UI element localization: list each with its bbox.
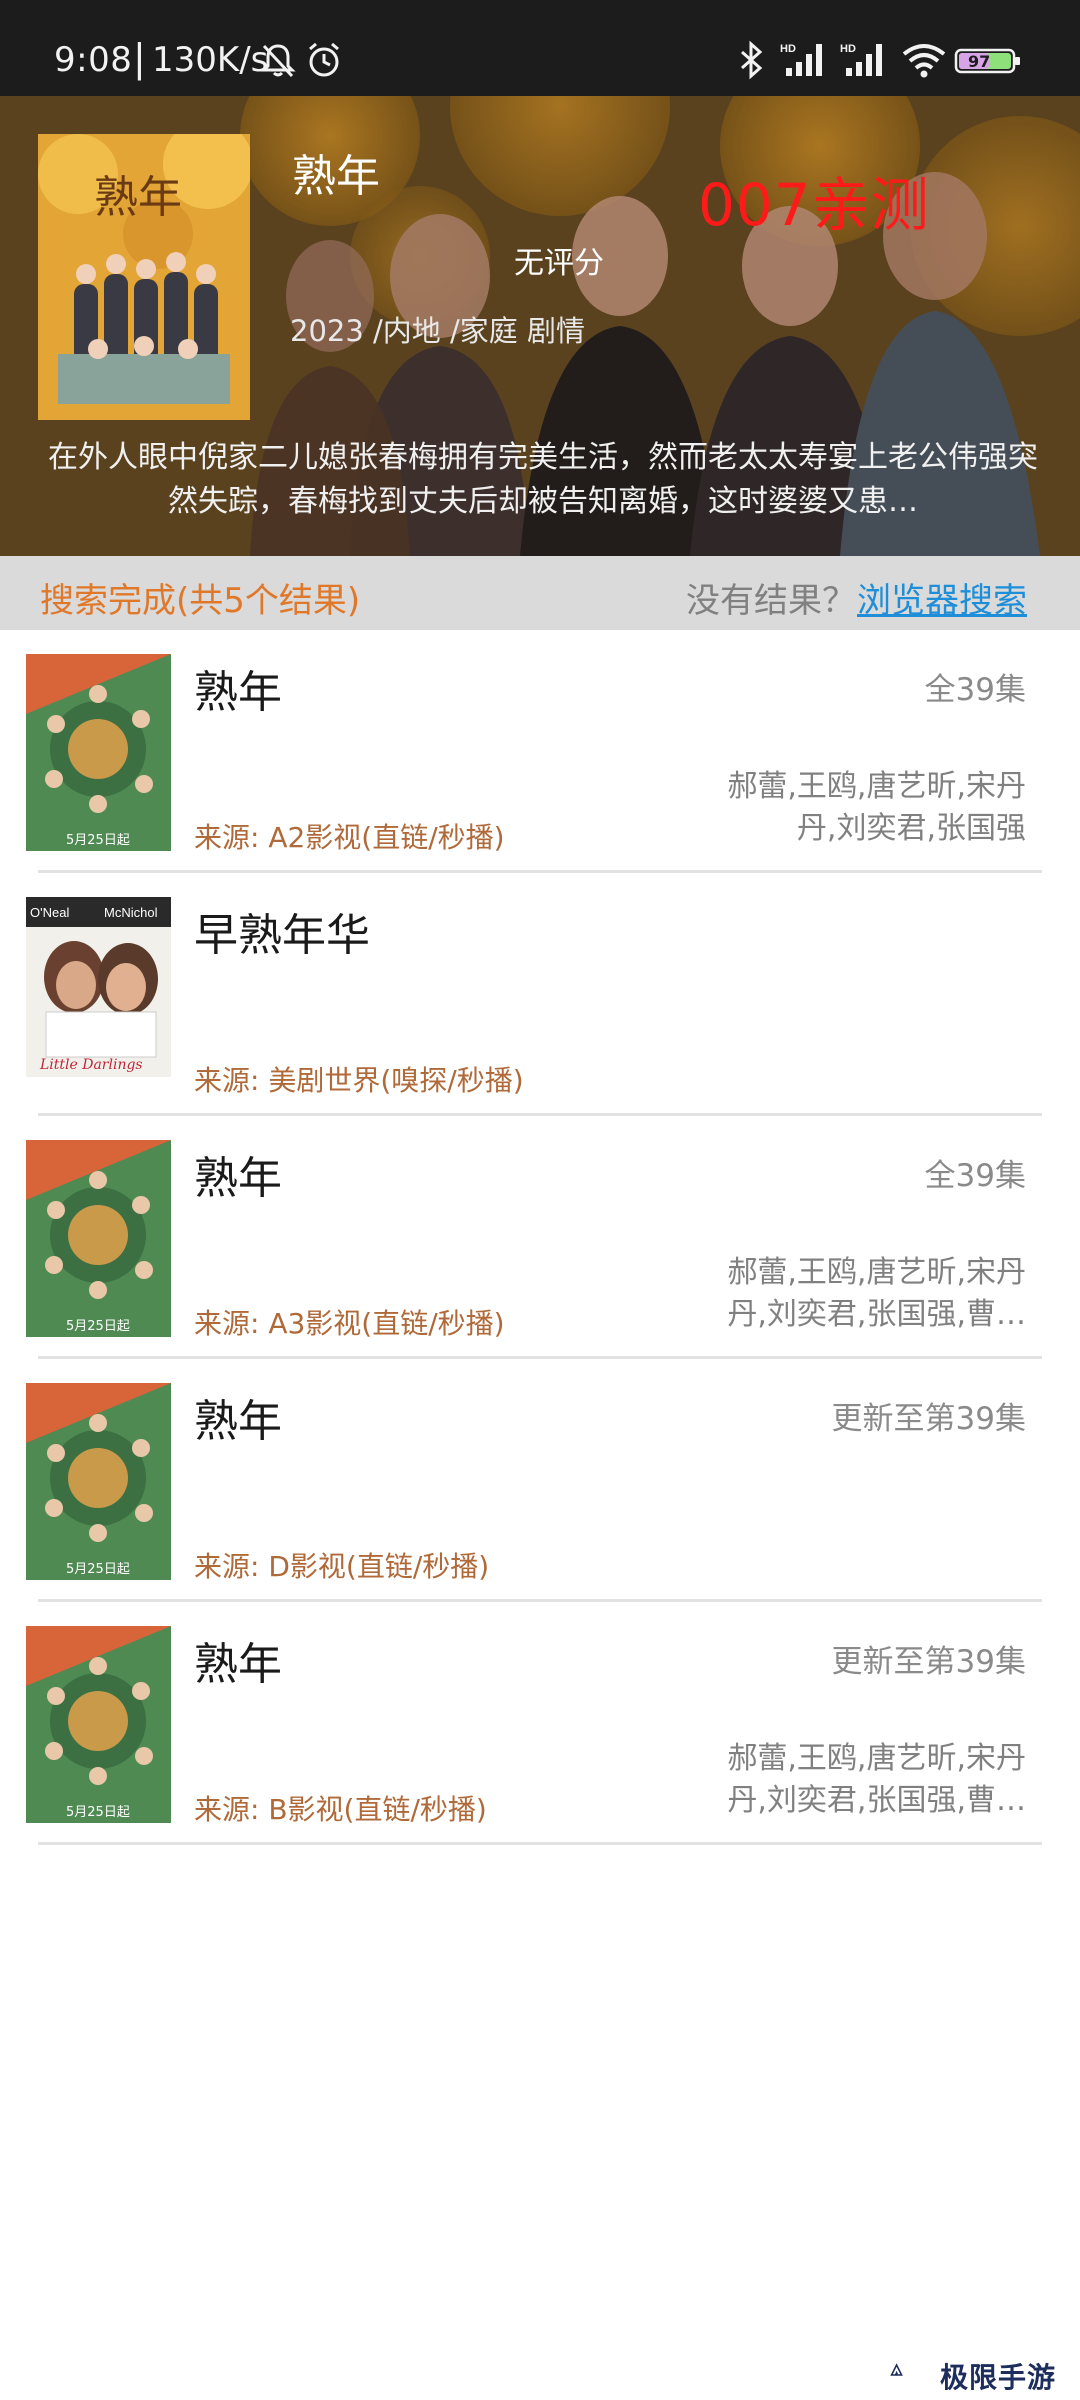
- browser-search-link[interactable]: 浏览器搜索: [857, 573, 1027, 622]
- result-episodes: 更新至第39集: [831, 1401, 1026, 1437]
- movie-description[interactable]: 在外人眼中倪家二儿媳张春梅拥有完美生活，然而老太太寿宴上老公伟强突然失踪，春梅找…: [38, 436, 1048, 524]
- svg-text:HD: HD: [780, 43, 796, 55]
- hd-signal-icon: HD: [780, 43, 822, 76]
- result-title: 熟年: [194, 1396, 282, 1447]
- poster-top-left: O'Neal: [30, 905, 69, 920]
- poster-caption: 5月25日起: [66, 833, 130, 848]
- result-cast: 郝蕾,王鸥,唐艺昕,宋丹丹,刘奕君,张国强,曹…: [727, 1741, 1026, 1818]
- result-title: 熟年: [194, 1153, 282, 1204]
- result-item[interactable]: 5月25日起 熟年 全39集 郝蕾,王鸥,唐艺昕,宋丹丹,刘奕君,张国强 来源:…: [0, 630, 1080, 873]
- movie-detail-header: 熟年 熟年 007亲测 无评分 2023 /内地 /家庭 剧情 在外人眼中倪家二…: [0, 96, 1080, 556]
- status-net-speed: 130K/s: [152, 40, 269, 80]
- result-poster: 5月25日起: [26, 654, 171, 851]
- poster-caption: 5月25日起: [66, 1562, 130, 1577]
- movie-rating: 无评分: [514, 246, 604, 281]
- poster-caption: 5月25日起: [66, 1805, 130, 1820]
- bluetooth-icon: [741, 40, 763, 80]
- result-poster: 5月25日起: [26, 1626, 171, 1823]
- result-title: 熟年: [194, 1639, 282, 1690]
- alarm-icon: [309, 42, 339, 77]
- silent-bell-icon: [260, 44, 296, 78]
- battery-level: 97: [968, 52, 991, 71]
- result-title: 早熟年华: [194, 910, 370, 961]
- wifi-icon: [902, 44, 946, 78]
- status-time: 9:08: [54, 40, 133, 80]
- svg-text:HD: HD: [840, 43, 856, 55]
- movie-meta: 2023 /内地 /家庭 剧情: [290, 314, 585, 348]
- status-separator: |: [133, 36, 146, 80]
- poster-caption: 5月25日起: [66, 1319, 130, 1334]
- result-item[interactable]: 5月25日起 熟年 更新至第39集 郝蕾,王鸥,唐艺昕,宋丹丹,刘奕君,张国强,…: [0, 1602, 1080, 1845]
- result-source: 来源: D影视(直链/秒播): [194, 1550, 490, 1583]
- result-title: 熟年: [194, 667, 282, 718]
- poster-title-text: 熟年: [94, 172, 182, 223]
- result-source: 来源: A3影视(直链/秒播): [194, 1307, 505, 1340]
- hd-signal-icon: HD: [840, 43, 882, 76]
- poster-caption: Little Darlings: [39, 1057, 143, 1073]
- result-poster: O'Neal McNichol Little Darlings: [26, 897, 171, 1094]
- result-item[interactable]: 5月25日起 熟年 全39集 郝蕾,王鸥,唐艺昕,宋丹丹,刘奕君,张国强,曹… …: [0, 1116, 1080, 1359]
- watermark-text: 极限手游网: [940, 2361, 1057, 2394]
- watermark-logo-icon: [890, 2363, 903, 2376]
- status-bar: 9:08 | 130K/s HD HD 97: [0, 0, 1080, 96]
- search-summary-bar: 搜索完成(共5个结果) 没有结果？ 浏览器搜索: [0, 556, 1080, 630]
- result-episodes: 全39集: [924, 1158, 1026, 1194]
- result-item[interactable]: O'Neal McNichol Little Darlings 早熟年华 来源:…: [0, 873, 1080, 1116]
- result-episodes: 更新至第39集: [831, 1644, 1026, 1680]
- result-item[interactable]: 5月25日起 熟年 更新至第39集 来源: D影视(直链/秒播): [0, 1359, 1080, 1602]
- result-cast: 郝蕾,王鸥,唐艺昕,宋丹丹,刘奕君,张国强: [727, 769, 1026, 846]
- divider: [38, 1842, 1042, 1845]
- result-source: 来源: B影视(直链/秒播): [194, 1793, 487, 1826]
- result-poster: 5月25日起: [26, 1140, 171, 1337]
- result-poster: 5月25日起: [26, 1383, 171, 1580]
- result-episodes: 全39集: [924, 672, 1026, 708]
- result-source: 来源: 美剧世界(嗅探/秒播): [194, 1064, 524, 1097]
- result-cast: 郝蕾,王鸥,唐艺昕,宋丹丹,刘奕君,张国强,曹…: [727, 1255, 1026, 1332]
- movie-title: 熟年: [292, 151, 380, 202]
- overlay-tag: 007亲测: [698, 171, 930, 239]
- no-result-prompt: 没有结果？: [686, 581, 856, 621]
- poster-top-right: McNichol: [104, 905, 158, 920]
- result-source: 来源: A2影视(直链/秒播): [194, 821, 505, 854]
- hero-poster-image: 熟年: [38, 134, 250, 420]
- search-status: 搜索完成(共5个结果): [40, 581, 361, 621]
